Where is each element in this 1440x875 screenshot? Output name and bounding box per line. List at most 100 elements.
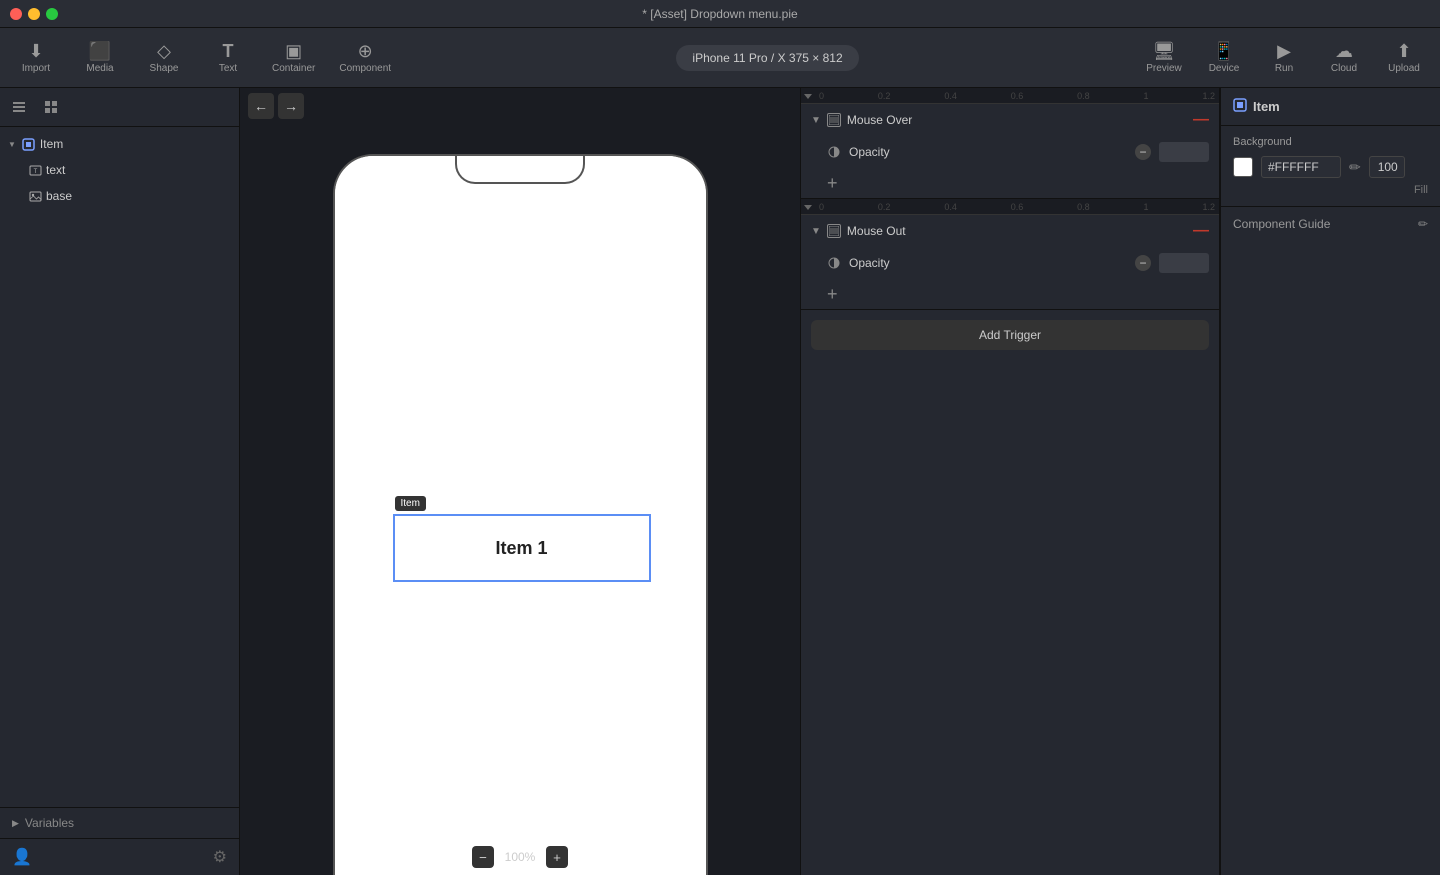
opacity-icon-2 — [827, 256, 841, 270]
layer-item-text[interactable]: T text — [0, 157, 239, 183]
mouse-over-label: Mouse Over — [847, 113, 1187, 127]
layer-item-base[interactable]: base ⛓ 🔒 — [0, 183, 239, 209]
link-icon[interactable]: ⛓ — [199, 190, 213, 203]
canvas-toolbar: ← → — [240, 88, 800, 124]
lock-icon[interactable]: 🔒 — [217, 190, 231, 203]
image-layer-icon — [28, 189, 42, 203]
run-button[interactable]: ▶ Run — [1264, 42, 1304, 74]
background-color-swatch[interactable] — [1233, 157, 1253, 177]
titlebar: * [Asset] Dropdown menu.pie — [0, 0, 1440, 28]
mouse-out-label: Mouse Out — [847, 224, 1187, 238]
cloud-icon: ☁ — [1335, 42, 1353, 60]
cloud-label: Cloud — [1331, 63, 1357, 74]
ruler2-mark-2: 0.4 — [944, 202, 957, 212]
forward-button[interactable]: → — [278, 93, 304, 119]
fill-value-input[interactable] — [1369, 156, 1405, 178]
assets-icon — [43, 99, 59, 115]
device-selector-container: iPhone 11 Pro / X 375 × 812 — [415, 45, 1120, 71]
layers-icon — [11, 99, 27, 115]
hex-edit-icon[interactable]: ✏ — [1349, 159, 1361, 176]
container-button[interactable]: ▣ Container — [272, 42, 315, 74]
upload-icon: ⬆ — [1396, 42, 1411, 60]
collapse-icon — [803, 91, 813, 101]
ruler2-mark-3: 0.6 — [1011, 202, 1024, 212]
text-button[interactable]: T Text — [208, 42, 248, 74]
media-button[interactable]: ⬛ Media — [80, 42, 120, 74]
component-layer-icon — [22, 137, 36, 151]
mouse-over-add-row: + — [801, 168, 1219, 198]
ruler-mark-2: 0.4 — [944, 91, 957, 101]
import-button[interactable]: ⬇ Import — [16, 42, 56, 74]
mouse-over-close[interactable]: — — [1193, 112, 1209, 128]
window-title: * [Asset] Dropdown menu.pie — [642, 7, 797, 21]
window-controls — [10, 8, 58, 20]
toolbar: ⬇ Import ⬛ Media ◇ Shape T Text ▣ Contai… — [0, 28, 1440, 88]
canvas-area: ← → Item Item 1 − 100% + — [240, 88, 800, 875]
container-icon: ▣ — [285, 42, 302, 60]
properties-title: Item — [1253, 99, 1280, 114]
close-dot[interactable] — [10, 8, 22, 20]
ruler2-mark-1: 0.2 — [878, 202, 891, 212]
zoom-in-button[interactable]: + — [546, 846, 568, 868]
canvas-zoom-bar: − 100% + — [240, 839, 800, 875]
user-icon[interactable]: 👤 — [12, 847, 32, 867]
preview-button[interactable]: 🖥 Preview — [1144, 42, 1184, 74]
back-button[interactable]: ← — [248, 93, 274, 119]
upload-button[interactable]: ⬆ Upload — [1384, 42, 1424, 74]
background-label: Background — [1233, 136, 1428, 148]
text-icon: T — [223, 42, 234, 60]
fill-label: Fill — [1414, 184, 1428, 196]
mouse-out-add-button[interactable]: + — [827, 285, 838, 303]
shape-button[interactable]: ◇ Shape — [144, 42, 184, 74]
settings-icon[interactable]: ⚙ — [213, 847, 227, 867]
import-icon: ⬇ — [28, 42, 43, 60]
mouse-out-collapse[interactable]: ▼ — [811, 226, 821, 237]
component-button[interactable]: ⊕ Component — [339, 42, 391, 74]
left-panel-footer: 👤 ⚙ — [0, 838, 239, 875]
minimize-dot[interactable] — [28, 8, 40, 20]
background-hex-input[interactable] — [1261, 156, 1341, 178]
mouse-out-opacity-minus[interactable]: − — [1135, 255, 1151, 271]
cloud-button[interactable]: ☁ Cloud — [1324, 42, 1364, 74]
background-row: ✏ — [1233, 156, 1428, 178]
chevron-right-variables: ▶ — [12, 818, 19, 829]
variables-label: Variables — [25, 816, 74, 830]
mouse-out-add-row: + — [801, 279, 1219, 309]
canvas-content[interactable]: Item Item 1 — [240, 124, 800, 839]
device-button[interactable]: 📱 Device — [1204, 42, 1244, 74]
device-icon: 📱 — [1213, 42, 1235, 60]
mouse-out-close[interactable]: — — [1193, 223, 1209, 239]
add-trigger-button[interactable]: Add Trigger — [811, 320, 1209, 350]
item-selection-box[interactable]: Item 1 — [393, 514, 651, 582]
run-label: Run — [1275, 63, 1293, 74]
assets-tab[interactable] — [36, 92, 66, 122]
mouse-over-add-button[interactable]: + — [827, 174, 838, 192]
mouse-over-icon — [827, 113, 841, 127]
mouse-out-opacity-preview — [1159, 253, 1209, 273]
media-label: Media — [86, 63, 113, 74]
phone-notch — [455, 156, 585, 184]
component-guide-edit-icon[interactable]: ✏ — [1418, 217, 1428, 231]
layers-panel: Item T text base ⛓ 🔒 — [0, 88, 240, 875]
svg-text:T: T — [33, 169, 37, 175]
mouse-over-section: 0 0.2 0.4 0.6 0.8 1 1.2 ▼ Mouse Over — — [801, 88, 1219, 199]
preview-icon: 🖥 — [1153, 42, 1176, 60]
device-selector[interactable]: iPhone 11 Pro / X 375 × 812 — [676, 45, 858, 71]
main-layout: Item T text base ⛓ 🔒 — [0, 88, 1440, 875]
container-label: Container — [272, 63, 315, 74]
collapse-icon — [8, 140, 16, 149]
zoom-out-button[interactable]: − — [472, 846, 494, 868]
phone-content: Item Item 1 — [335, 156, 706, 875]
opacity-icon — [827, 145, 841, 159]
ruler-mark-0: 0 — [819, 91, 824, 101]
mouse-over-collapse[interactable]: ▼ — [811, 115, 821, 126]
layers-tab[interactable] — [4, 92, 34, 122]
mouse-over-opacity-minus[interactable]: − — [1135, 144, 1151, 160]
shape-icon: ◇ — [157, 42, 171, 60]
maximize-dot[interactable] — [46, 8, 58, 20]
layer-item-root[interactable]: Item — [0, 131, 239, 157]
phone-frame: Item Item 1 — [333, 154, 708, 875]
ruler-mark-6: 1.2 — [1202, 91, 1215, 101]
import-label: Import — [22, 63, 50, 74]
text-label: Text — [219, 63, 237, 74]
